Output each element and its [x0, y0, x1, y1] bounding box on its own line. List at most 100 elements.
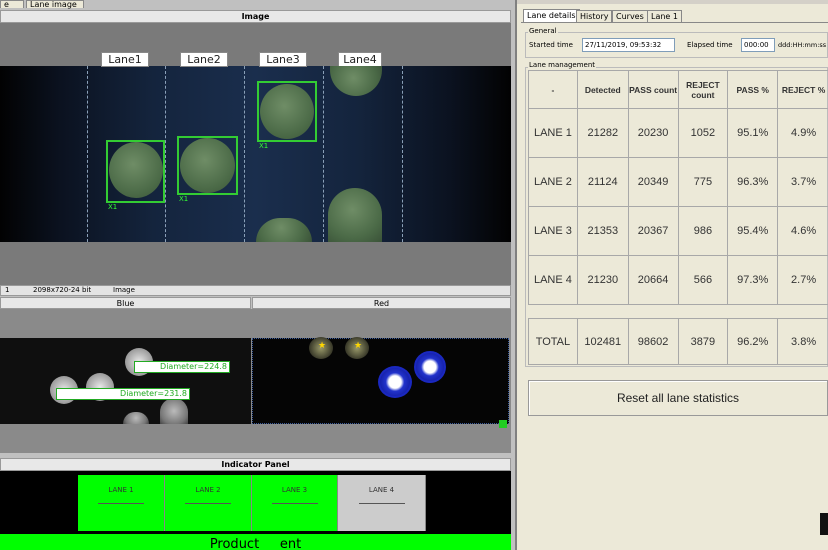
cell-detected: 102481: [576, 318, 629, 365]
lane-divider: [402, 66, 403, 242]
cell-pass-pct: 96.2%: [727, 318, 779, 365]
lane-label-1: Lane1: [101, 52, 149, 67]
lane-stats-table: - Detected PASS count REJECT count PASS …: [528, 70, 828, 365]
cell-pass: 20664: [627, 255, 679, 305]
table-spacer-row: [528, 304, 828, 319]
top-strip: [517, 0, 828, 4]
detection-tag: X1: [179, 195, 189, 203]
cell-pass: 20230: [627, 108, 679, 158]
blue-channel-title: Blue: [0, 297, 251, 309]
cell-reject: 3879: [677, 318, 729, 365]
cell-reject: 986: [677, 206, 729, 256]
table-row: LANE 4 21230 20664 566 97.3% 2.7%: [528, 255, 828, 305]
detection-box: [177, 136, 238, 195]
edge-marker: [820, 513, 828, 535]
started-time-field[interactable]: 27/11/2019, 09:53:32: [582, 38, 675, 52]
red-marker-icon: ★: [354, 341, 363, 351]
cell-lane: LANE 1: [528, 108, 578, 158]
lane-divider: [165, 66, 166, 242]
tab-lane-1[interactable]: Lane 1: [647, 10, 682, 22]
cell-reject-pct: 3.7%: [777, 157, 828, 207]
cell-detected: 21230: [576, 255, 629, 305]
lane-divider: [323, 66, 324, 242]
indicator-underline: [98, 503, 144, 504]
cell-pass: 20349: [627, 157, 679, 207]
indicator-underline: [271, 503, 318, 504]
tab-separator: [521, 22, 828, 23]
reset-statistics-button[interactable]: Reset all lane statistics: [528, 380, 828, 416]
tab-history[interactable]: History: [576, 10, 613, 22]
lane-management-legend: Lane management: [528, 61, 597, 69]
cell-lane: TOTAL: [528, 318, 578, 365]
elapsed-time-label: Elapsed time: [687, 41, 733, 49]
indicator-lane-label: LANE 1: [108, 486, 134, 494]
lane-label-3: Lane3: [259, 52, 307, 67]
elapsed-time-field[interactable]: 000:00: [741, 38, 775, 52]
cell-pass: 98602: [627, 318, 679, 365]
image-status-bar: 1 2098x720-24 bit Image: [0, 285, 511, 296]
status-label: Image: [113, 286, 135, 294]
measurement-label: Diameter=231.8: [56, 388, 190, 400]
tab-curves[interactable]: Curves: [612, 10, 648, 22]
reject-blob: [414, 351, 446, 383]
cell-reject: 1052: [677, 108, 729, 158]
tab-lane-details[interactable]: Lane details: [523, 9, 580, 22]
cell-reject-pct: 3.8%: [777, 318, 828, 365]
status-index: 1: [5, 286, 10, 294]
indicator-underline: [185, 503, 231, 504]
lane-label-2: Lane2: [180, 52, 228, 67]
product-banner: Product ent: [0, 534, 511, 550]
started-time-label: Started time: [529, 41, 573, 49]
blue-blob: [160, 398, 188, 424]
measurement-label: Diameter=224.8: [134, 361, 230, 373]
indicator-underline: [358, 503, 405, 504]
detection-tag: X1: [108, 203, 118, 211]
detection-tag: X1: [259, 142, 269, 150]
detection-box: [106, 140, 165, 203]
indicator-lane-1: LANE 1: [78, 475, 165, 531]
tab-lane-image[interactable]: Lane image: [26, 0, 84, 9]
spacer-cell: [528, 304, 828, 319]
indicator-panel-title: Indicator Panel: [0, 458, 511, 471]
indicator-lane-3: LANE 3: [252, 475, 338, 531]
col-header: REJECT %: [777, 70, 828, 109]
cell-reject-pct: 4.6%: [777, 206, 828, 256]
blue-channel-image: [0, 338, 251, 424]
red-channel-title: Red: [252, 297, 511, 309]
elapsed-format-label: ddd:HH:mm:ss: [778, 41, 827, 49]
cell-lane: LANE 4: [528, 255, 578, 305]
camera-image: [0, 66, 511, 242]
cell-reject-pct: 4.9%: [777, 108, 828, 158]
cell-lane: LANE 3: [528, 206, 578, 256]
indicator-lane-label: LANE 2: [195, 486, 221, 494]
red-marker-icon: ★: [318, 341, 327, 351]
general-legend: General: [528, 27, 558, 35]
cell-reject: 775: [677, 157, 729, 207]
corner-indicator: [499, 420, 507, 428]
detection-box: [257, 81, 317, 142]
cell-pass-pct: 96.3%: [727, 157, 779, 207]
image-panel-title: Image: [0, 10, 511, 23]
col-header: PASS count: [627, 70, 679, 109]
cell-pass: 20367: [627, 206, 679, 256]
cell-pass-pct: 95.1%: [727, 108, 779, 158]
lane-divider: [87, 66, 88, 242]
table-row: LANE 2 21124 20349 775 96.3% 3.7%: [528, 157, 828, 207]
cell-pass-pct: 95.4%: [727, 206, 779, 256]
product-blob: [328, 188, 382, 242]
table-row: LANE 3 21353 20367 986 95.4% 4.6%: [528, 206, 828, 256]
cell-detected: 21282: [576, 108, 629, 158]
tab-prev[interactable]: e: [0, 0, 24, 9]
cell-reject-pct: 2.7%: [777, 255, 828, 305]
col-header: PASS %: [727, 70, 779, 109]
lane-label-4: Lane4: [338, 52, 382, 67]
table-row: LANE 1 21282 20230 1052 95.1% 4.9%: [528, 108, 828, 158]
indicator-lane-label: LANE 4: [368, 486, 395, 494]
cell-reject: 566: [677, 255, 729, 305]
col-header: Detected: [576, 70, 629, 109]
cell-detected: 21124: [576, 157, 629, 207]
col-header: REJECT count: [677, 70, 729, 109]
cell-pass-pct: 97.3%: [727, 255, 779, 305]
status-resolution: 2098x720-24 bit: [33, 286, 92, 294]
image-viewport[interactable]: [0, 23, 511, 285]
